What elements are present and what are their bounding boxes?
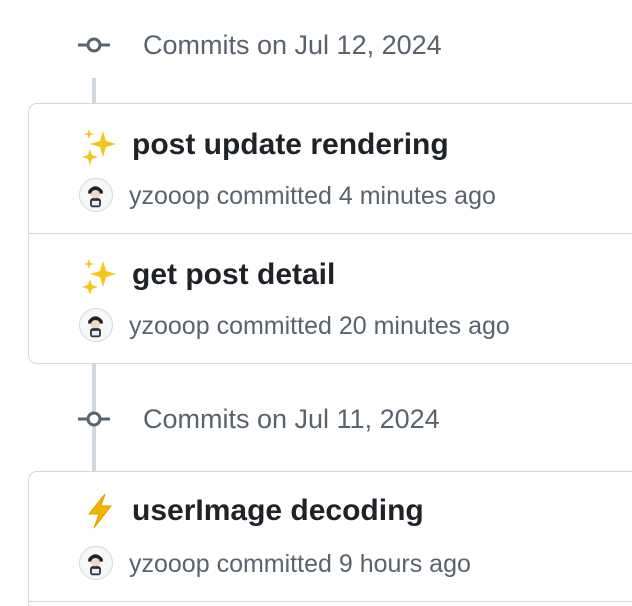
commit-row: post update rendering yzooop committed 4… — [29, 104, 632, 234]
commit-group-date: Commits on Jul 11, 2024 — [143, 404, 440, 434]
commit-message-link[interactable]: post update rendering — [132, 126, 449, 164]
commit-list: userImage decoding yzooop committed 9 ho… — [28, 471, 632, 606]
commit-meta-text: yzooop committed 20 minutes ago — [129, 310, 510, 342]
commit-group-date: Commits on Jul 12, 2024 — [143, 30, 442, 60]
commit-row: get post detail yzooop committed 20 minu… — [29, 234, 632, 364]
commit-time: 4 minutes ago — [338, 182, 496, 210]
commit-row: userImage decoding yzooop committed 9 ho… — [29, 472, 632, 602]
commit-history: Commits on Jul 12, 2024 post update rend… — [0, 0, 632, 606]
commit-time: 9 hours ago — [338, 550, 471, 578]
author-link[interactable]: yzooop — [129, 182, 210, 210]
commit-time: 20 minutes ago — [338, 312, 510, 340]
commit-verb: committed — [216, 182, 332, 210]
commit-meta-text: yzooop committed 4 minutes ago — [129, 180, 496, 212]
user-avatar-icon — [80, 179, 111, 210]
commit-message-link[interactable]: get post detail — [132, 256, 335, 294]
git-commit-icon — [78, 411, 110, 427]
commit-list: post update rendering yzooop committed 4… — [28, 103, 632, 364]
author-link[interactable]: yzooop — [129, 312, 210, 340]
commit-meta-text: yzooop committed 9 hours ago — [129, 548, 471, 580]
avatar[interactable] — [79, 308, 113, 342]
avatar[interactable] — [79, 546, 113, 580]
git-commit-icon — [78, 37, 110, 53]
user-avatar-icon — [80, 547, 111, 578]
timeline-line — [92, 78, 96, 104]
sparkles-icon — [82, 259, 116, 295]
user-avatar-icon — [80, 309, 111, 340]
author-link[interactable]: yzooop — [129, 550, 210, 578]
commit-verb: committed — [216, 312, 332, 340]
zap-icon — [87, 493, 113, 529]
commit-message-link[interactable]: userImage decoding — [132, 492, 424, 530]
commit-verb: committed — [216, 550, 332, 578]
avatar[interactable] — [79, 178, 113, 212]
sparkles-icon — [82, 129, 116, 165]
commit-group-header: Commits on Jul 12, 2024 — [0, 25, 632, 65]
commit-group-header: Commits on Jul 11, 2024 — [0, 399, 632, 439]
